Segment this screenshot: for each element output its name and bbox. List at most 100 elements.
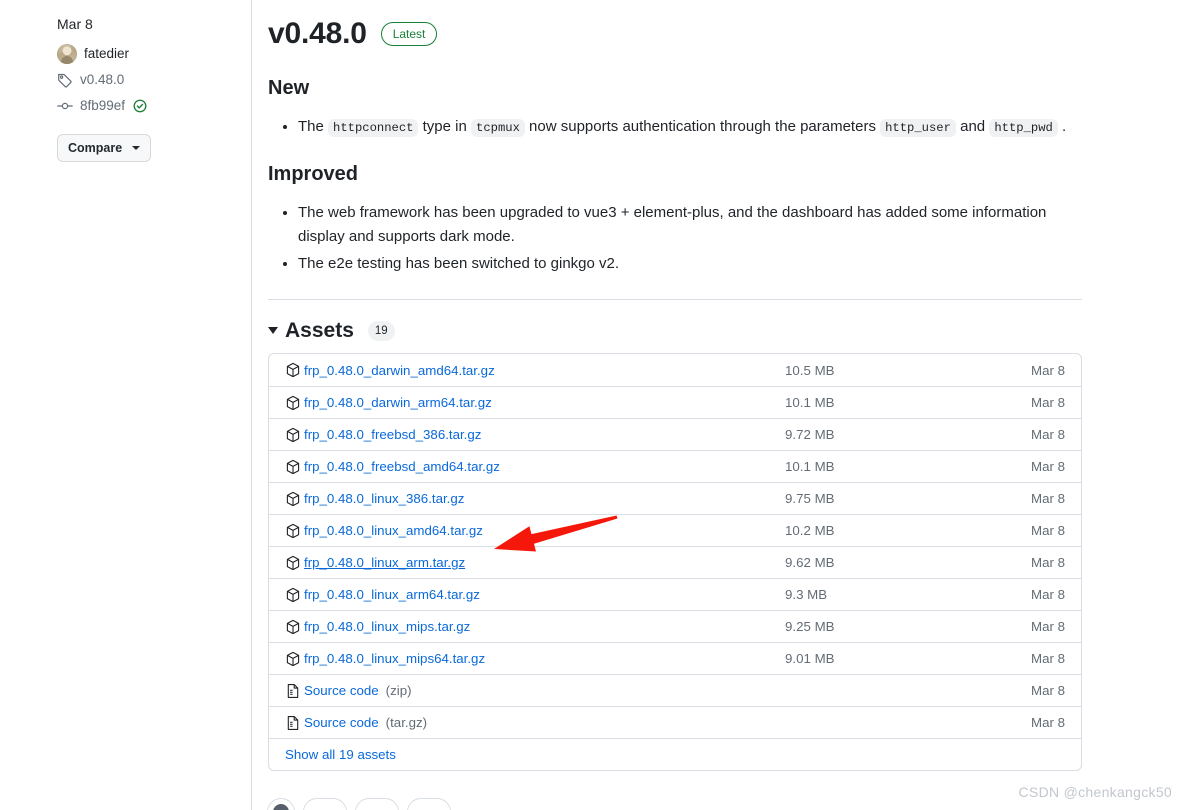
asset-name-cell: frp_0.48.0_linux_amd64.tar.gz — [285, 523, 785, 539]
asset-size: 9.62 MB — [785, 555, 835, 570]
list-item: The e2e testing has been switched to gin… — [298, 252, 1082, 275]
assets-table: frp_0.48.0_darwin_amd64.tar.gz 10.5 MB Mar… — [268, 353, 1082, 771]
asset-download-link[interactable]: frp_0.48.0_linux_arm.tar.gz — [304, 555, 465, 570]
section-new: New The httpconnect type in tcpmux now s… — [268, 76, 1082, 138]
release-title-row: v0.48.0 Latest — [268, 16, 1082, 52]
asset-size: 10.2 MB — [785, 523, 835, 538]
table-row[interactable]: frp_0.48.0_linux_mips64.tar.gz 9.01 MB Mar… — [269, 642, 1081, 674]
section-new-list: The httpconnect type in tcpmux now suppo… — [268, 115, 1082, 138]
assets-count-badge: 19 — [367, 320, 395, 341]
asset-name-cell: frp_0.48.0_freebsd_386.tar.gz — [285, 427, 785, 443]
list-item: The httpconnect type in tcpmux now suppo… — [298, 115, 1082, 138]
asset-download-link[interactable]: Source code — [304, 683, 379, 698]
avatar — [57, 44, 77, 64]
asset-download-link[interactable]: frp_0.48.0_linux_386.tar.gz — [304, 491, 464, 506]
page-title: v0.48.0 — [268, 17, 367, 50]
asset-date: Mar 8 — [1031, 427, 1065, 442]
table-row[interactable]: frp_0.48.0_linux_arm64.tar.gz 9.3 MB Mar 8 — [269, 578, 1081, 610]
asset-name-cell: frp_0.48.0_linux_mips.tar.gz — [285, 619, 785, 635]
asset-name-cell: frp_0.48.0_darwin_amd64.tar.gz — [285, 362, 785, 378]
release-notes: v0.48.0 Latest New The httpconnect type … — [252, 0, 1114, 275]
asset-download-link[interactable]: frp_0.48.0_linux_mips64.tar.gz — [304, 651, 485, 666]
compare-button[interactable]: Compare — [57, 134, 152, 162]
asset-download-link[interactable]: frp_0.48.0_freebsd_amd64.tar.gz — [304, 459, 500, 474]
asset-size: 9.72 MB — [785, 427, 835, 442]
section-improved-list: The web framework has been upgraded to v… — [268, 201, 1082, 275]
asset-date: Mar 8 — [1031, 619, 1065, 634]
asset-date: Mar 8 — [1031, 491, 1065, 506]
assets-section: Assets 19 frp_0.48.0_darwin_amd64.tar.gz… — [252, 300, 1114, 771]
author-name: fatedier — [84, 46, 130, 61]
asset-size: 9.75 MB — [785, 491, 835, 506]
section-heading: Improved — [268, 163, 359, 186]
asset-date: Mar 8 — [1031, 555, 1065, 570]
package-icon — [286, 555, 300, 570]
release-tag[interactable]: v0.48.0 — [57, 70, 231, 90]
release-author[interactable]: fatedier — [57, 44, 231, 64]
package-icon — [286, 395, 300, 410]
asset-size: 9.25 MB — [785, 619, 835, 634]
source-file-icon — [287, 715, 299, 730]
table-row[interactable]: frp_0.48.0_freebsd_386.tar.gz 9.72 MB Mar … — [269, 418, 1081, 450]
asset-name-cell: frp_0.48.0_darwin_arm64.tar.gz — [285, 395, 785, 411]
chevron-down-icon — [132, 146, 141, 150]
asset-date: Mar 8 — [1031, 715, 1065, 730]
asset-date: Mar 8 — [1031, 459, 1065, 474]
release-date: Mar 8 — [57, 16, 93, 32]
table-row[interactable]: frp_0.48.0_darwin_amd64.tar.gz 10.5 MB Mar… — [269, 354, 1081, 386]
asset-format-label: (zip) — [385, 683, 412, 698]
triangle-down-icon — [268, 327, 278, 334]
show-all-row[interactable]: Show all 19 assets — [269, 738, 1081, 770]
tag-label: v0.48.0 — [80, 72, 125, 87]
table-row[interactable]: frp_0.48.0_linux_386.tar.gz 9.75 MB Mar 8 — [269, 482, 1081, 514]
reaction-bar — [267, 798, 451, 810]
asset-download-link[interactable]: frp_0.48.0_darwin_amd64.tar.gz — [304, 363, 495, 378]
table-row[interactable]: frp_0.48.0_linux_arm.tar.gz 9.62 MB Mar 8 — [269, 546, 1081, 578]
table-row[interactable]: Source code (zip) Mar 8 — [269, 674, 1081, 706]
asset-download-link[interactable]: frp_0.48.0_freebsd_386.tar.gz — [304, 427, 481, 442]
table-row[interactable]: frp_0.48.0_darwin_arm64.tar.gz 10.1 MB Mar… — [269, 386, 1081, 418]
assets-header: Assets 19 — [268, 320, 1082, 341]
package-icon — [286, 651, 300, 666]
table-row[interactable]: frp_0.48.0_linux_amd64.tar.gz 10.2 MB Mar … — [269, 514, 1081, 546]
asset-name-cell: Source code (tar.gz) — [285, 715, 785, 731]
section-heading: New — [268, 77, 310, 99]
source-file-icon — [287, 683, 299, 698]
package-icon — [286, 459, 300, 474]
asset-size: 9.01 MB — [785, 651, 835, 666]
asset-download-link[interactable]: frp_0.48.0_linux_arm64.tar.gz — [304, 587, 480, 602]
reaction-pill[interactable] — [355, 798, 399, 810]
package-icon — [286, 362, 300, 378]
asset-date: Mar 8 — [1031, 587, 1065, 602]
reaction-pill[interactable] — [407, 798, 451, 810]
table-row[interactable]: frp_0.48.0_linux_mips.tar.gz 9.25 MB Mar 8 — [269, 610, 1081, 642]
asset-download-link[interactable]: frp_0.48.0_darwin_arm64.tar.gz — [304, 395, 492, 410]
asset-name-cell: Source code (zip) — [285, 683, 785, 699]
release-page: Mar 8 fatedier v0.48.0 8fb99ef Compare v… — [0, 0, 1184, 810]
asset-download-link[interactable]: Source code — [304, 715, 379, 730]
inline-code: http_pwd — [989, 119, 1058, 137]
list-item: The web framework has been upgraded to v… — [298, 201, 1082, 248]
assets-toggle[interactable]: Assets — [268, 320, 354, 341]
asset-date: Mar 8 — [1031, 395, 1065, 410]
asset-name-cell: frp_0.48.0_linux_386.tar.gz — [285, 491, 785, 507]
assets-rows: frp_0.48.0_darwin_amd64.tar.gz 10.5 MB Mar… — [269, 354, 1081, 738]
add-reaction-button[interactable] — [267, 798, 295, 810]
section-improved: Improved The web framework has been upgr… — [268, 162, 1082, 275]
table-row[interactable]: Source code (tar.gz) Mar 8 — [269, 706, 1081, 738]
release-content: v0.48.0 Latest New The httpconnect type … — [251, 0, 1114, 810]
package-icon — [286, 619, 300, 634]
reaction-pill[interactable] — [303, 798, 347, 810]
asset-date: Mar 8 — [1031, 523, 1065, 538]
release-sidebar: Mar 8 fatedier v0.48.0 8fb99ef Compare — [0, 0, 251, 810]
status-badge: Latest — [380, 22, 438, 46]
asset-name-cell: frp_0.48.0_linux_arm64.tar.gz — [285, 587, 785, 603]
show-all-assets-link[interactable]: Show all 19 assets — [285, 747, 396, 762]
release-commit[interactable]: 8fb99ef — [57, 96, 231, 116]
assets-label: Assets — [285, 319, 354, 342]
table-row[interactable]: frp_0.48.0_freebsd_amd64.tar.gz 10.1 MB Ma… — [269, 450, 1081, 482]
asset-date: Mar 8 — [1031, 651, 1065, 666]
asset-download-link[interactable]: frp_0.48.0_linux_amd64.tar.gz — [304, 523, 483, 538]
asset-size: 10.1 MB — [785, 395, 835, 410]
asset-download-link[interactable]: frp_0.48.0_linux_mips.tar.gz — [304, 619, 470, 634]
